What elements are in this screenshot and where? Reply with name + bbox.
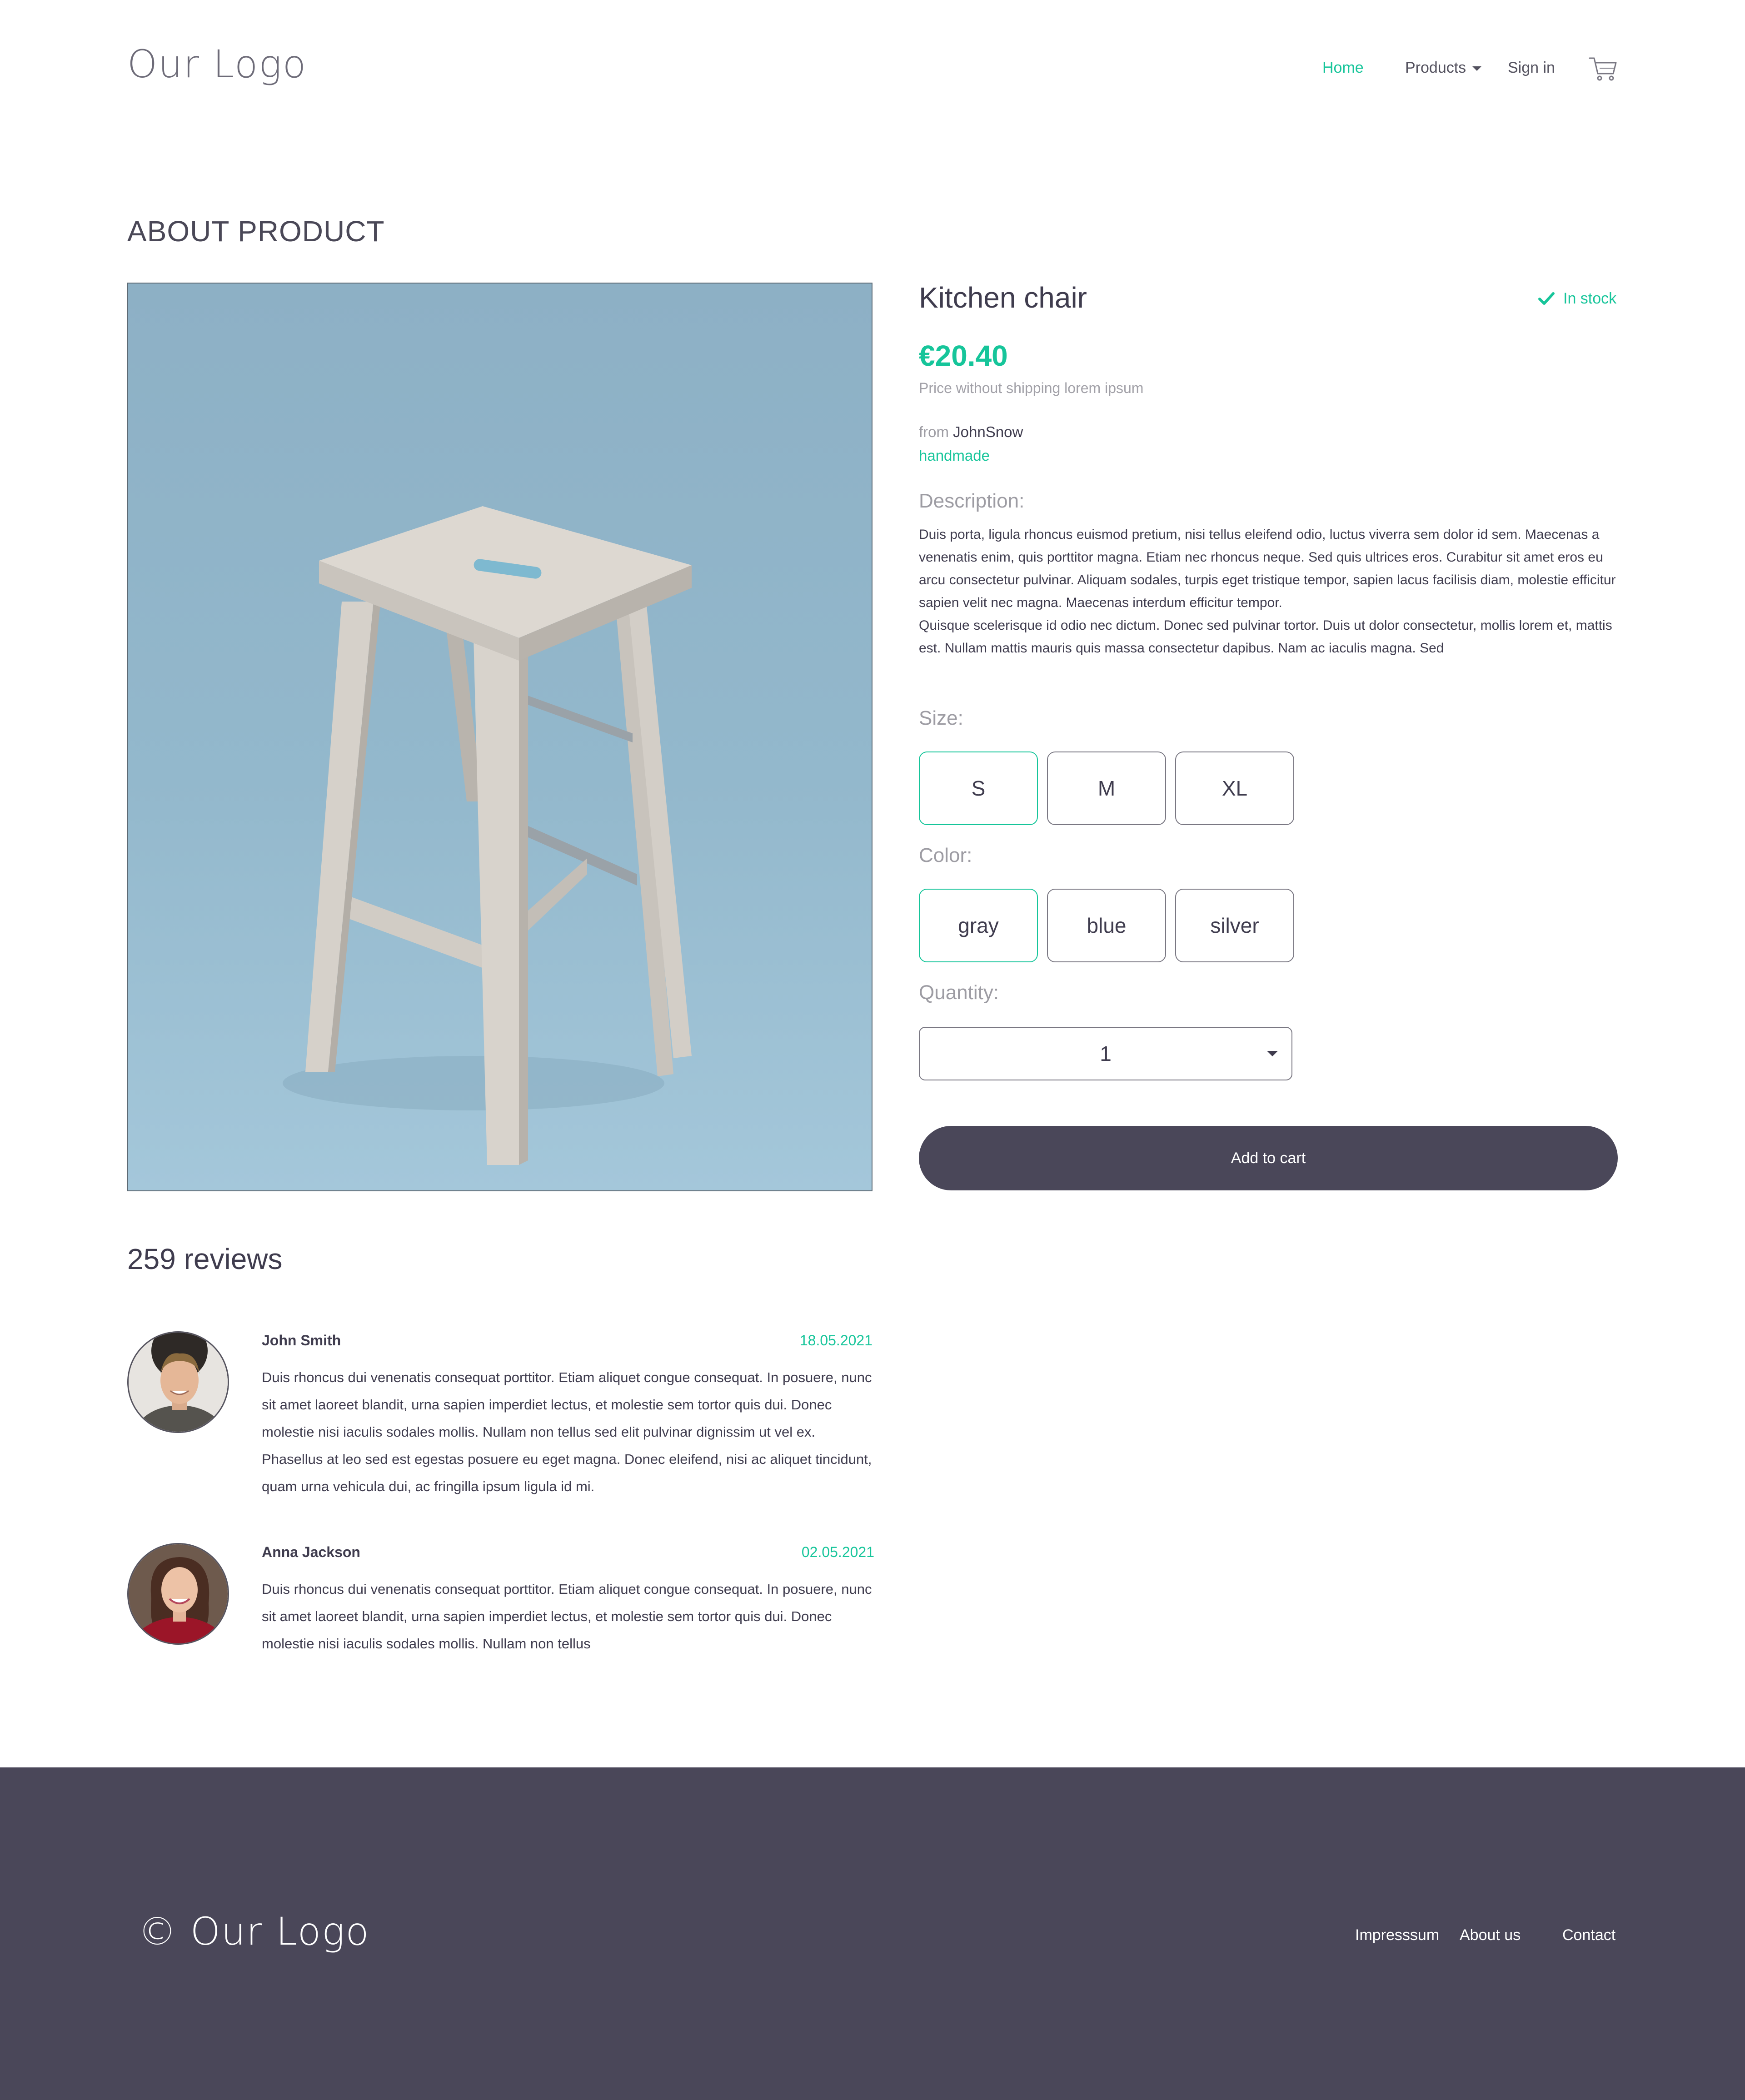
avatar [127,1331,229,1433]
check-icon [1538,290,1556,308]
review-author: Anna Jackson [262,1544,360,1560]
review-author: John Smith [262,1332,341,1349]
quantity-label: Quantity: [919,981,999,1004]
color-option-gray[interactable]: gray [919,889,1038,962]
product-tag[interactable]: handmade [919,447,990,464]
color-label: Color: [919,844,972,866]
chevron-down-icon[interactable] [1472,66,1481,71]
size-option-xl[interactable]: XL [1175,751,1294,825]
review-date: 18.05.2021 [799,1332,872,1349]
quantity-select[interactable]: 1 [919,1027,1292,1080]
product-name: Kitchen chair [919,281,1087,314]
product-price: €20.40 [919,339,1008,372]
review-text: Duis rhoncus dui venenatis consequat por… [262,1581,872,1652]
quantity-value: 1 [1100,1042,1112,1065]
nav-products-link[interactable]: Products [1405,59,1466,77]
size-option-m[interactable]: M [1047,751,1166,825]
caret-down-icon[interactable] [1267,1051,1278,1056]
shopping-cart-icon[interactable] [1589,56,1618,82]
seller-name[interactable]: JohnSnow [953,423,1023,440]
add-to-cart-button[interactable]: Add to cart [919,1126,1618,1190]
review-date: 02.05.2021 [801,1544,874,1560]
seller-label: from [919,423,949,440]
product-image [127,283,872,1191]
size-label: Size: [919,707,963,729]
footer-link-about[interactable]: About us [1460,1926,1521,1944]
nav-home-link[interactable]: Home [1322,59,1364,77]
footer-link-contact[interactable]: Contact [1562,1926,1615,1944]
seller-line: from JohnSnow [919,423,1023,441]
description-label: Description: [919,490,1025,512]
color-option-blue[interactable]: blue [1047,889,1166,962]
price-note: Price without shipping lorem ipsum [919,380,1144,396]
description-text: Duis porta, ligula rhoncus euismod preti… [919,527,1616,656]
review-text: Duis rhoncus dui venenatis consequat por… [262,1369,872,1494]
page-title: ABOUT PRODUCT [127,215,385,248]
reviews-title: 259 reviews [127,1243,283,1275]
avatar [127,1543,229,1645]
nav-signin-link[interactable]: Sign in [1508,59,1555,77]
footer-logo[interactable]: © Our Logo [138,1909,370,1954]
footer-link-impressum[interactable]: Impresssum [1355,1926,1439,1944]
color-option-silver[interactable]: silver [1175,889,1294,962]
logo[interactable]: Our Logo [127,42,307,86]
stock-status: In stock [1563,290,1617,307]
size-option-s[interactable]: S [919,751,1038,825]
